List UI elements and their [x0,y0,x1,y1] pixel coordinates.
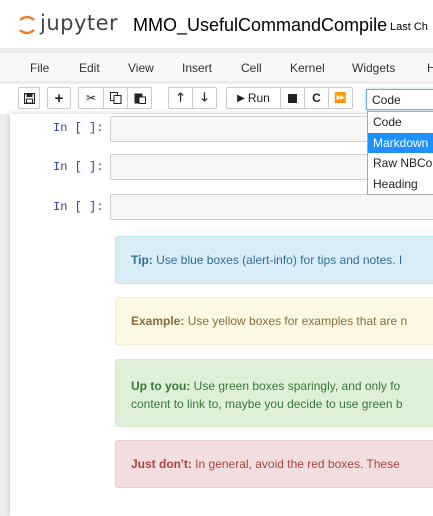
save-button[interactable] [18,87,40,109]
plus-icon: + [54,89,64,107]
restart-icon: C [312,91,321,105]
alert-title: Tip: [131,253,153,267]
menu-edit[interactable]: Edit [79,61,100,75]
save-icon [23,92,35,104]
alert-success-box: Up to you: Use green boxes sparingly, an… [115,359,433,427]
option-code[interactable]: Code [368,112,433,133]
arrow-down-icon: 🡓 [201,89,208,104]
input-prompt: In [ ]: [53,121,104,135]
alert-title: Just don't: [131,457,192,471]
alert-text: Use green boxes sparingly, and only fo [190,379,401,393]
alert-title: Example: [131,314,185,328]
insert-cell-button[interactable]: + [47,87,71,109]
copy-button[interactable] [103,87,128,109]
jupyter-logo[interactable]: jupyter [18,11,122,38]
alert-text-line2: content to link to, maybe you decide to … [131,397,403,411]
notebook-title[interactable]: MMO_UsefulCommandCompile [133,15,387,36]
fast-forward-icon: ⏩ [334,92,347,104]
edit-button-group: ✂ [78,87,152,109]
code-cell-input[interactable] [110,194,433,220]
cell-type-select[interactable]: Code [366,89,433,110]
menu-file[interactable]: File [30,61,49,75]
alert-danger-box: Just don't: In general, avoid the red bo… [115,440,433,488]
option-markdown[interactable]: Markdown [368,132,433,153]
checkpoint-status: Last Ch [390,21,428,33]
menu-help[interactable]: H [427,61,433,75]
option-heading[interactable]: Heading [368,174,433,195]
alert-info-box: Tip: Use blue boxes (alert-info) for tip… [115,236,433,284]
restart-run-all-button[interactable]: ⏩ [328,87,353,109]
scissors-icon: ✂ [85,91,97,105]
alert-text: In general, avoid the red boxes. These [191,457,400,471]
run-button-group: ▶ Run C ⏩ [226,87,353,109]
run-button[interactable]: ▶ Run [226,87,281,109]
menu-bar: File Edit View Insert Cell Kernel Widget… [0,52,433,82]
move-down-button[interactable]: 🡓 [192,87,217,109]
alert-text: Use blue boxes (alert-info) for tips and… [152,253,403,267]
alert-text: Use yellow boxes for examples that are n [184,314,408,328]
logo-text: jupyter [40,11,119,35]
cell-type-dropdown: Code Markdown Raw NBCon Heading [367,111,433,195]
cut-button[interactable]: ✂ [78,87,104,109]
stop-icon [288,93,297,103]
interrupt-button[interactable] [280,87,305,109]
alert-warning-box: Example: Use yellow boxes for examples t… [115,297,433,345]
play-icon: ▶ [237,92,245,104]
menu-widgets[interactable]: Widgets [352,61,395,75]
option-raw-nbconvert[interactable]: Raw NBCon [368,153,433,174]
alert-title: Up to you: [131,379,191,393]
input-prompt: In [ ]: [53,200,104,214]
menu-view[interactable]: View [128,61,154,75]
input-prompt: In [ ]: [53,160,104,174]
run-label: Run [247,91,270,105]
jupyter-logo-icon [19,15,35,35]
copy-icon [109,92,121,104]
arrow-up-icon: 🡑 [177,89,184,104]
menu-insert[interactable]: Insert [182,61,212,75]
restart-button[interactable]: C [304,87,329,109]
header: jupyter MMO_UsefulCommandCompile Last Ch [0,0,433,48]
paste-icon [134,93,146,104]
paste-button[interactable] [127,87,152,109]
menu-cell[interactable]: Cell [241,61,262,75]
move-button-group: 🡑 🡓 [168,87,217,109]
move-up-button[interactable]: 🡑 [168,87,193,109]
menu-kernel[interactable]: Kernel [290,61,325,75]
